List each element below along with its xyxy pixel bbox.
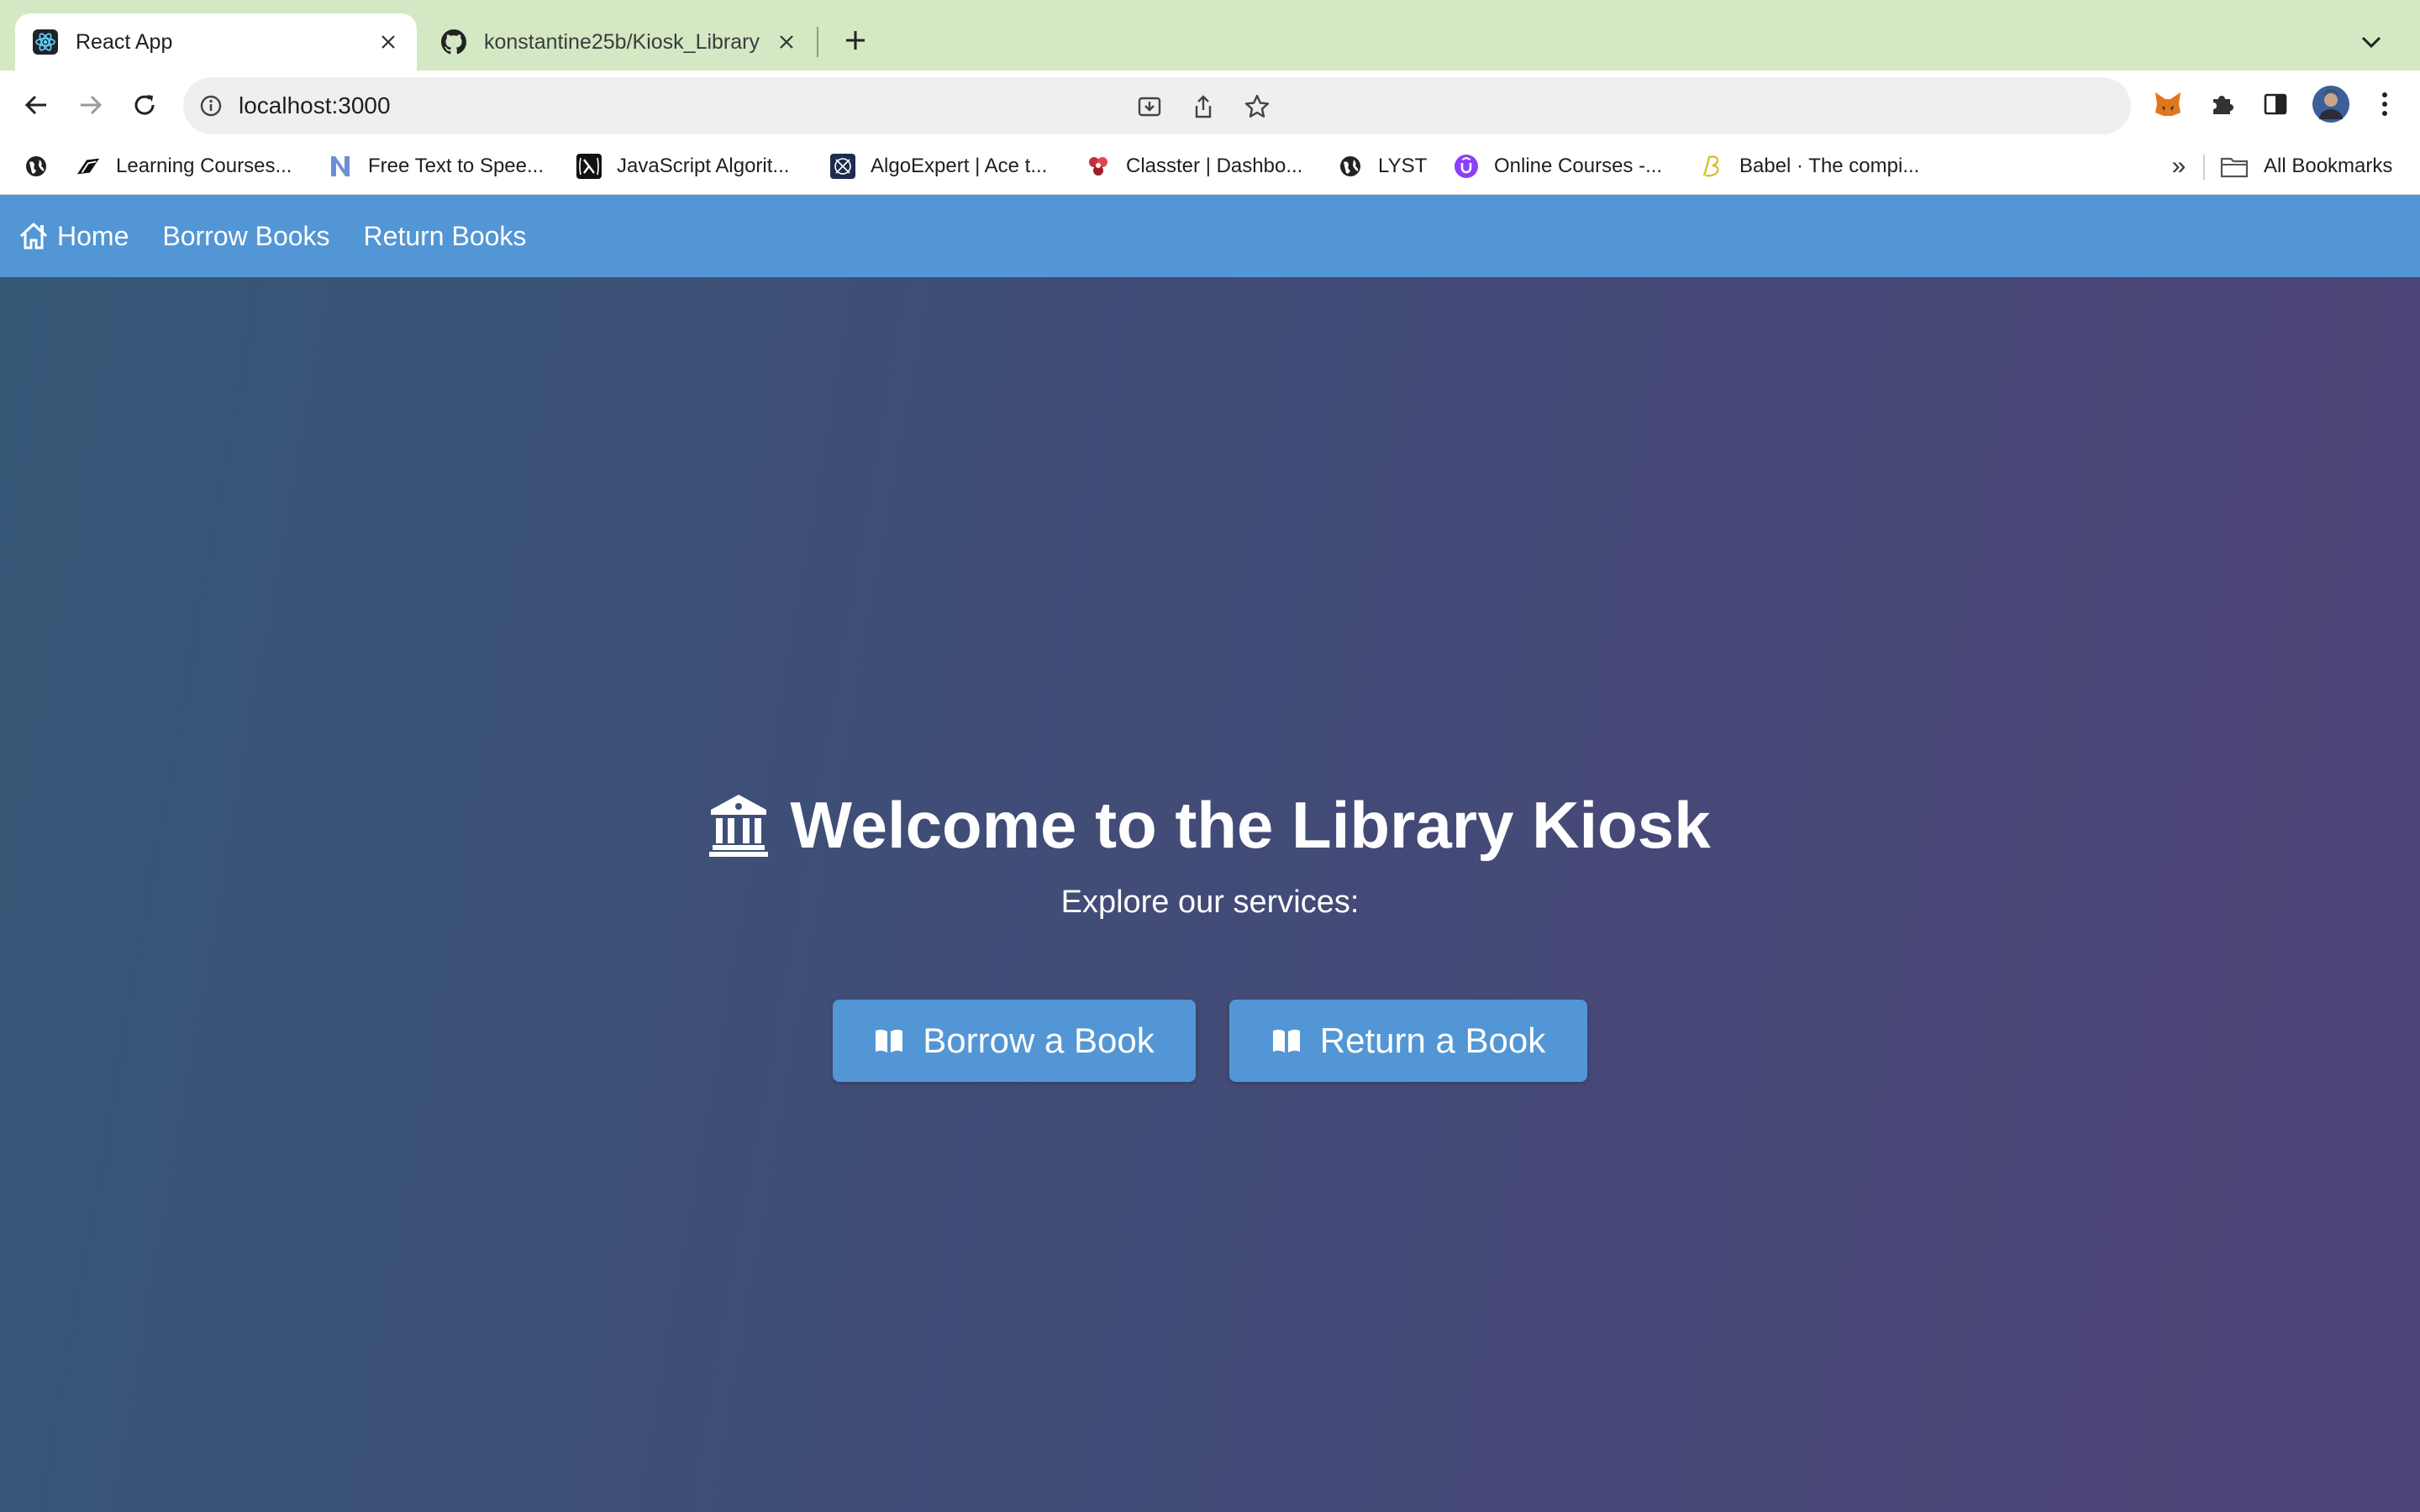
bank-icon bbox=[709, 793, 769, 857]
browser-toolbar: localhost:3000 bbox=[0, 71, 2420, 139]
n-logo-icon bbox=[328, 154, 353, 179]
address-bar[interactable]: localhost:3000 bbox=[183, 77, 2131, 134]
tab-separator bbox=[817, 27, 818, 57]
app-navbar: Home Borrow Books Return Books bbox=[0, 195, 2420, 277]
bookmark-online-courses[interactable]: Online Courses -... bbox=[1454, 150, 1662, 183]
page-title-text: Welcome to the Library Kiosk bbox=[790, 787, 1711, 862]
lambda-icon bbox=[576, 154, 602, 179]
all-bookmarks-button[interactable]: All Bookmarks bbox=[2220, 150, 2392, 183]
bookmark-babel[interactable]: Babel · The compi... bbox=[1699, 150, 1919, 183]
bookmarks-separator bbox=[2203, 155, 2205, 180]
chevron-down-icon[interactable] bbox=[2353, 24, 2390, 60]
nav-home-link[interactable]: Home bbox=[18, 221, 129, 252]
tab-strip: React App konstantine25b/Kiosk_Library bbox=[0, 0, 2420, 71]
metamask-fox-icon[interactable] bbox=[2151, 87, 2185, 121]
bookmark-lyst[interactable]: LYST bbox=[1338, 150, 1427, 183]
share-icon[interactable] bbox=[1188, 92, 1218, 122]
tab-github[interactable]: konstantine25b/Kiosk_Library bbox=[429, 13, 815, 71]
more-vert-icon[interactable] bbox=[2368, 87, 2402, 121]
hero-actions: Borrow a Book Return a Book bbox=[833, 1000, 1587, 1082]
bookmark-label: AlgoExpert | Ace t... bbox=[871, 155, 1048, 177]
bookmarks-overflow-button[interactable]: » bbox=[2165, 150, 2193, 183]
bookmark-free-text-to-speech[interactable]: Free Text to Spee... bbox=[328, 150, 544, 183]
star-bookmark-icon[interactable] bbox=[1242, 92, 1272, 122]
algoexpert-icon bbox=[830, 154, 855, 179]
url-text: localhost:3000 bbox=[239, 92, 391, 118]
side-panel-icon[interactable] bbox=[2259, 87, 2292, 121]
bookmark-javascript-algorithms[interactable]: JavaScript Algorit... bbox=[576, 150, 789, 183]
page-title: Welcome to the Library Kiosk bbox=[709, 783, 1711, 867]
home-icon bbox=[18, 222, 49, 250]
return-button-label: Return a Book bbox=[1319, 1021, 1546, 1060]
bookmarks-bar: Learning Courses... Free Text to Spee...… bbox=[0, 139, 2420, 195]
udemy-icon bbox=[1454, 154, 1479, 179]
site-info-icon[interactable] bbox=[198, 93, 224, 118]
classter-icon bbox=[1086, 154, 1111, 179]
forward-arrow-icon[interactable] bbox=[70, 84, 112, 126]
nav-borrow-books-link[interactable]: Borrow Books bbox=[162, 221, 329, 252]
react-icon bbox=[32, 29, 59, 55]
all-bookmarks-label: All Bookmarks bbox=[2264, 155, 2393, 177]
install-app-icon[interactable] bbox=[1134, 92, 1165, 122]
hero-section: Welcome to the Library Kiosk Explore our… bbox=[0, 783, 2420, 1082]
return-a-book-button[interactable]: Return a Book bbox=[1229, 1000, 1587, 1082]
tab-react-app[interactable]: React App bbox=[15, 13, 417, 71]
globe-icon bbox=[24, 154, 49, 179]
bookmark-label: Learning Courses... bbox=[116, 155, 292, 177]
borrow-button-label: Borrow a Book bbox=[923, 1021, 1155, 1060]
bookmark-classter[interactable]: Classter | Dashbo... bbox=[1086, 150, 1302, 183]
bookmark-globe[interactable] bbox=[24, 150, 64, 183]
tab-title: konstantine25b/Kiosk_Library bbox=[484, 29, 760, 54]
bookmark-learning-courses[interactable]: Learning Courses... bbox=[76, 150, 292, 183]
new-tab-plus-icon[interactable] bbox=[837, 22, 874, 59]
extensions-puzzle-icon[interactable] bbox=[2205, 87, 2238, 121]
tab-title: React App bbox=[76, 29, 173, 54]
page-content: Home Borrow Books Return Books Welcome t… bbox=[0, 195, 2420, 1512]
github-icon bbox=[440, 29, 467, 55]
borrow-a-book-button[interactable]: Borrow a Book bbox=[833, 1000, 1196, 1082]
close-tab-icon[interactable] bbox=[770, 25, 803, 59]
babel-icon bbox=[1699, 154, 1724, 179]
bookmark-label: JavaScript Algorit... bbox=[617, 155, 790, 177]
bookmark-label: Babel · The compi... bbox=[1739, 155, 1920, 177]
nav-return-books-link[interactable]: Return Books bbox=[364, 221, 527, 252]
learning-icon bbox=[76, 154, 101, 179]
bookmark-algoexpert[interactable]: AlgoExpert | Ace t... bbox=[830, 150, 1047, 183]
bookmark-label: Online Courses -... bbox=[1494, 155, 1663, 177]
nav-home-label: Home bbox=[57, 220, 129, 251]
hero-subtitle: Explore our services: bbox=[1060, 885, 1360, 920]
bookmark-label: LYST bbox=[1378, 155, 1428, 177]
close-tab-icon[interactable] bbox=[371, 25, 405, 59]
book-open-icon bbox=[874, 1026, 904, 1055]
book-open-icon bbox=[1271, 1026, 1302, 1055]
folder-icon bbox=[2220, 154, 2249, 179]
bookmark-label: Classter | Dashbo... bbox=[1126, 155, 1303, 177]
reload-icon[interactable] bbox=[124, 84, 166, 126]
back-arrow-icon[interactable] bbox=[15, 84, 57, 126]
bookmark-label: Free Text to Spee... bbox=[368, 155, 544, 177]
globe-icon bbox=[1338, 154, 1363, 179]
profile-avatar[interactable] bbox=[2311, 84, 2351, 124]
